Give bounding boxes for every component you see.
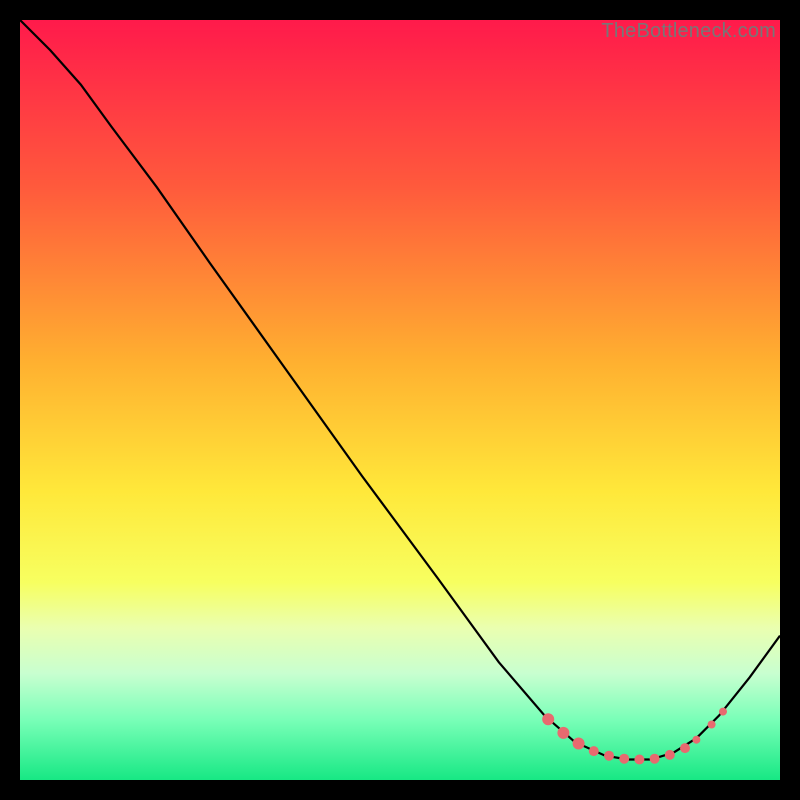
- marker-dot: [604, 751, 614, 761]
- marker-dot: [589, 746, 599, 756]
- marker-dot: [680, 743, 690, 753]
- marker-dot: [665, 750, 675, 760]
- marker-dot: [692, 736, 700, 744]
- marker-dot: [619, 754, 629, 764]
- marker-dot: [557, 727, 569, 739]
- marker-dot: [719, 708, 727, 716]
- gradient-background: [20, 20, 780, 780]
- marker-dot: [634, 755, 644, 765]
- marker-dot: [573, 738, 585, 750]
- marker-dot: [650, 754, 660, 764]
- bottleneck-chart: [20, 20, 780, 780]
- marker-dot: [542, 713, 554, 725]
- chart-frame: TheBottleneck.com: [20, 20, 780, 780]
- marker-dot: [708, 721, 716, 729]
- watermark-text: TheBottleneck.com: [601, 20, 776, 43]
